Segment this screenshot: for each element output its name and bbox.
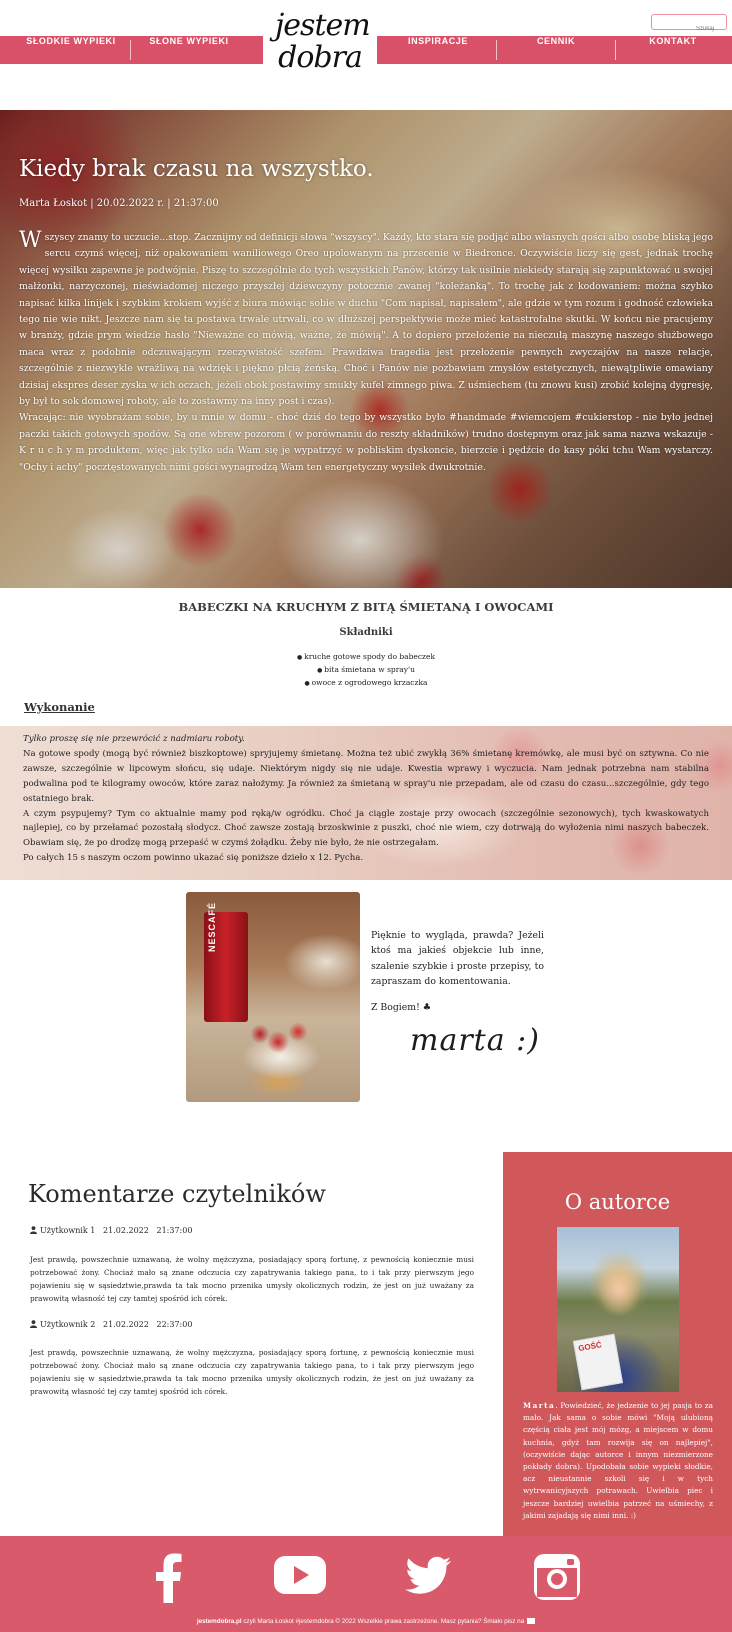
nav-item-cennik[interactable]: CENNIK [499, 36, 613, 64]
ingredient-item: owoce z ogrodowego krzaczka [0, 677, 732, 690]
youtube-icon[interactable] [274, 1556, 326, 1606]
comment-body: Jest prawdą, powszechnie uznawaną, że wo… [30, 1255, 474, 1303]
comment-meta: Użytkownik 1 21.02.2022 21:37:00 [30, 1226, 192, 1235]
ingredients-heading: Składniki [339, 627, 393, 638]
author-title: O autorce [564, 1190, 671, 1214]
nav-divider [615, 40, 616, 60]
comment-date: 21.02.2022 [103, 1320, 149, 1329]
closing-note: Pięknie to wygląda, prawda? Jeżeli ktoś … [371, 930, 544, 987]
logo-wordmark: jestem dobra [275, 8, 371, 75]
method-text: Tylko proszę się nie przewrócić z nadmia… [23, 732, 709, 866]
search-box[interactable] [651, 14, 727, 36]
instagram-icon[interactable] [534, 1554, 580, 1604]
site-logo[interactable]: jestem dobra [263, 0, 377, 94]
coffee-cup-label: NESCAFÉ [207, 901, 217, 952]
closing-sign: Z Bogiem! ♣ [371, 1002, 432, 1013]
facebook-icon[interactable] [154, 1553, 184, 1603]
nav-item-slone-wypieki[interactable]: SŁONE WYPIEKI [133, 36, 245, 64]
nav-item-inspiracje[interactable]: INSPIRACJE [382, 36, 494, 64]
comment-time: 22:37:00 [156, 1320, 193, 1329]
footer-text: jestemdobra.pl czyli Marta Łoskot #jeste… [0, 1618, 732, 1625]
user-icon [30, 1320, 37, 1328]
comment-user: Użytkownik 1 [40, 1226, 96, 1235]
footer-site: jestemdobra.pl [196, 1618, 242, 1625]
mail-icon[interactable] [527, 1618, 536, 1624]
author-name: Marta [523, 1401, 556, 1410]
nav-item-slodkie-wypieki[interactable]: SŁODKIE WYPIEKI [14, 36, 128, 64]
article-paragraph-1: Wszyscy znamy to uczucie...stop. Zacznij… [19, 230, 713, 410]
footer-copy: czyli Marta Łoskot #jestemdobra © 2022 W… [241, 1618, 525, 1625]
nav-item-kontakt[interactable]: KONTAKT [618, 36, 728, 64]
article-title: Kiedy brak czasu na wszystko. [19, 156, 374, 182]
comment-meta: Użytkownik 2 21.02.2022 22:37:00 [30, 1320, 192, 1329]
method-intro: Tylko proszę się nie przewrócić z nadmia… [23, 734, 245, 744]
ingredient-item: bita śmietana w spray'u [0, 664, 732, 677]
magazine-graphic: GOŚĆ [572, 1333, 624, 1391]
method-section: Tylko proszę się nie przewrócić z nadmia… [0, 726, 732, 880]
search-input[interactable] [652, 22, 726, 36]
author-bio: Marta. Powiedzieć, że jedzenie to jej pa… [523, 1400, 713, 1522]
ingredients-list: kruche gotowe spody do babeczek bita śmi… [0, 651, 732, 690]
method-paragraph-2: A czym psypujemy? Tym co aktualnie mamy … [23, 808, 709, 849]
footer: jestemdobra.pl czyli Marta Łoskot #jeste… [0, 1614, 732, 1632]
article-meta: Marta Łoskot | 20.02.2022 r. | 21:37:00 [19, 198, 219, 209]
cake-photo: NESCAFÉ [186, 892, 360, 1102]
article-paragraph-1-text: szyscy znamy to uczucie...stop. Zacznijm… [19, 232, 713, 408]
ingredient-item: kruche gotowe spody do babeczek [0, 651, 732, 664]
comment-body: Jest prawdą, powszechnie uznawaną, że wo… [30, 1348, 474, 1396]
article-dropcap: W [19, 228, 42, 253]
method-paragraph-3: Po całych 15 s naszym oczom powinno ukaz… [23, 853, 364, 864]
method-paragraph-1: Na gotowe spody (mogą być również biszko… [23, 748, 709, 804]
comments-title: Komentarze czytelników [28, 1180, 326, 1208]
hero-article: Kiedy brak czasu na wszystko. Marta Łosk… [0, 110, 732, 588]
twitter-icon[interactable] [404, 1556, 452, 1606]
article-body: Wszyscy znamy to uczucie...stop. Zacznij… [19, 230, 713, 476]
article-paragraph-2: Wracając: nie wyobrażam sobie, by u mnie… [19, 412, 713, 473]
nav-divider [496, 40, 497, 60]
author-signature: marta :) [410, 1023, 540, 1058]
comment-time: 21:37:00 [156, 1226, 193, 1235]
author-panel: O autorce GOŚĆ Marta. Powiedzieć, że jed… [503, 1152, 732, 1536]
user-icon [30, 1226, 37, 1234]
magazine-label: GOŚĆ [577, 1340, 603, 1354]
method-heading: Wykonanie [24, 700, 95, 714]
comment-user: Użytkownik 2 [40, 1320, 96, 1329]
social-band [0, 1536, 732, 1618]
author-photo: GOŚĆ [557, 1227, 679, 1392]
nav-divider [130, 40, 131, 60]
logo-text: jestem dobra [263, 10, 377, 74]
comment-date: 21.02.2022 [103, 1226, 149, 1235]
recipe-title: BABECZKI NA KRUCHYM Z BITĄ ŚMIETANĄ I OW… [178, 600, 554, 614]
author-bio-text: . Powiedzieć, że jedzenie to jej pasja t… [523, 1401, 713, 1520]
